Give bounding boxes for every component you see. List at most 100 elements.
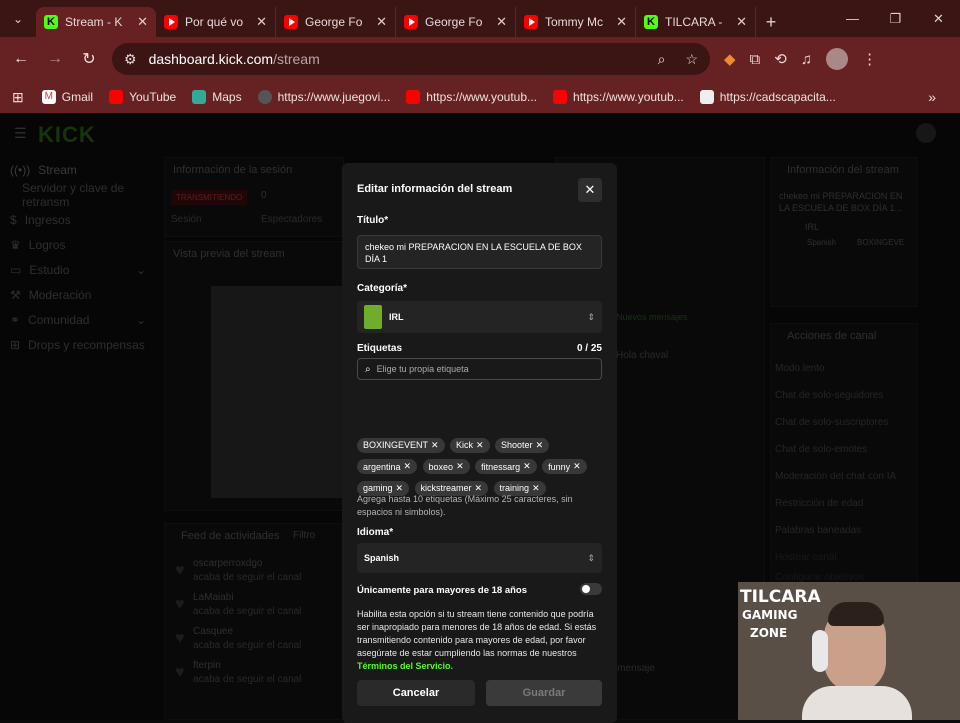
bookmark-youtube-2[interactable]: https://www.youtub... bbox=[406, 90, 537, 104]
bookmark-gmail[interactable]: M Gmail bbox=[41, 90, 94, 104]
apps-grid-icon[interactable]: ⊞ bbox=[12, 89, 24, 106]
bookmark-maps[interactable]: Maps bbox=[192, 90, 242, 104]
youtube-favicon-icon bbox=[284, 15, 298, 29]
tag-label: boxeo bbox=[428, 461, 454, 472]
streamer-hair bbox=[828, 602, 884, 626]
close-icon[interactable]: ✕ bbox=[496, 14, 507, 30]
tab-title: Tommy Mc bbox=[545, 15, 603, 29]
metamask-icon[interactable]: ◆ bbox=[724, 50, 736, 68]
profile-avatar[interactable] bbox=[826, 48, 849, 70]
zoom-icon[interactable]: ⌕ bbox=[658, 51, 666, 68]
tag-label: Kick bbox=[456, 440, 474, 450]
media-control-icon[interactable]: ♫ bbox=[801, 51, 812, 68]
bookmark-label: YouTube bbox=[129, 90, 177, 104]
save-button[interactable]: Guardar bbox=[486, 680, 602, 706]
site-info-icon[interactable]: ⚙ bbox=[124, 51, 137, 68]
adult-label: Únicamente para mayores de 18 años bbox=[357, 585, 528, 596]
url-path: /stream bbox=[273, 51, 320, 67]
browser-tab-strip: ⌄ K Stream - K ✕ Por qué vo ✕ George Fo ✕ Ge… bbox=[0, 0, 960, 37]
tag-chip[interactable]: boxeo ✕ bbox=[422, 459, 470, 474]
tab-youtube-2[interactable]: George Fo ✕ bbox=[276, 7, 396, 37]
close-icon[interactable]: ✕ bbox=[376, 14, 387, 30]
bookmark-youtube[interactable]: YouTube bbox=[109, 90, 176, 104]
select-arrows-icon: ⇕ bbox=[587, 311, 595, 322]
adult-help: Habilita esta opción si tu stream tiene … bbox=[357, 608, 602, 673]
tab-search-icon[interactable]: ⌄ bbox=[0, 0, 36, 37]
remove-tag-icon[interactable]: ✕ bbox=[523, 461, 531, 472]
tag-chip[interactable]: argentina ✕ bbox=[357, 459, 418, 474]
bookmark-label: https://www.youtub... bbox=[573, 90, 684, 104]
more-bookmarks-icon[interactable]: » bbox=[928, 89, 936, 105]
site-icon bbox=[699, 90, 714, 104]
back-icon[interactable]: ← bbox=[4, 50, 38, 68]
tag-chip[interactable]: funny ✕ bbox=[542, 459, 587, 474]
youtube-icon bbox=[553, 90, 568, 104]
tags-count: 0 / 25 bbox=[576, 343, 602, 354]
remove-tag-icon[interactable]: ✕ bbox=[404, 461, 412, 472]
sign-line: GAMING bbox=[742, 608, 798, 622]
minimize-icon[interactable]: — bbox=[831, 0, 874, 37]
bookmark-label: https://cadscapacita... bbox=[719, 90, 836, 104]
remove-tag-icon[interactable]: ✕ bbox=[536, 440, 544, 451]
tag-label: funny bbox=[548, 461, 571, 472]
tag-chip[interactable]: Kick ✕ bbox=[450, 437, 490, 453]
history-icon[interactable]: ⟲ bbox=[774, 50, 787, 68]
close-icon[interactable]: ✕ bbox=[578, 178, 602, 202]
streamer-body bbox=[802, 686, 912, 720]
menu-icon[interactable]: ⋮ bbox=[862, 50, 877, 68]
tab-title: George Fo bbox=[425, 15, 483, 29]
tab-youtube-4[interactable]: Tommy Mc ✕ bbox=[516, 7, 636, 37]
remove-tag-icon[interactable]: ✕ bbox=[476, 440, 484, 451]
search-icon: ⌕ bbox=[365, 363, 371, 375]
tab-youtube-3[interactable]: George Fo ✕ bbox=[396, 7, 516, 37]
browser-toolbar: ← → ↻ ⚙ dashboard.kick.com/stream ⌕ ☆ ◆ ⧉… bbox=[0, 37, 960, 81]
category-select[interactable]: IRL ⇕ bbox=[357, 301, 602, 333]
remove-tag-icon[interactable]: ✕ bbox=[431, 440, 439, 451]
tag-chip[interactable]: Shooter ✕ bbox=[495, 437, 550, 453]
close-icon[interactable]: ✕ bbox=[256, 14, 267, 30]
title-input[interactable]: chekeo mi PREPARACION EN LA ESCUELA DE B… bbox=[357, 235, 602, 269]
language-label: Idioma* bbox=[357, 527, 394, 538]
edit-stream-modal: Editar información del stream ✕ Título* … bbox=[342, 163, 617, 723]
title-label: Título* bbox=[357, 215, 389, 226]
tab-youtube-1[interactable]: Por qué vo ✕ bbox=[156, 7, 276, 37]
remove-tag-icon[interactable]: ✕ bbox=[475, 483, 483, 494]
extensions-icon[interactable]: ⧉ bbox=[750, 51, 761, 68]
sign-line: ZONE bbox=[750, 626, 788, 640]
adult-toggle[interactable] bbox=[580, 583, 602, 595]
new-tab-button[interactable]: + bbox=[756, 7, 786, 37]
terms-link[interactable]: Términos del Servicio. bbox=[357, 661, 453, 671]
bookmarks-bar: ⊞ M Gmail YouTube Maps https://www.juegov… bbox=[0, 81, 960, 113]
bookmark-cadscapacita[interactable]: https://cadscapacita... bbox=[699, 90, 836, 104]
window-close-icon[interactable]: ✕ bbox=[917, 0, 960, 37]
bookmark-label: Gmail bbox=[61, 90, 94, 104]
modal-title: Editar información del stream bbox=[357, 183, 513, 195]
youtube-icon bbox=[406, 90, 421, 104]
address-bar[interactable]: ⚙ dashboard.kick.com/stream ⌕ ☆ bbox=[112, 43, 710, 75]
forward-icon[interactable]: → bbox=[38, 50, 72, 68]
remove-tag-icon[interactable]: ✕ bbox=[456, 461, 464, 472]
tab-stream[interactable]: K Stream - K ✕ bbox=[36, 7, 156, 37]
close-icon[interactable]: ✕ bbox=[137, 14, 148, 30]
remove-tag-icon[interactable]: ✕ bbox=[573, 461, 581, 472]
language-select[interactable]: Spanish ⇕ bbox=[357, 543, 602, 573]
remove-tag-icon[interactable]: ✕ bbox=[532, 483, 540, 494]
restore-icon[interactable]: ❐ bbox=[874, 0, 917, 37]
toolbar-actions: ◆ ⧉ ⟲ ♫ ⋮ bbox=[724, 37, 877, 81]
kick-favicon-icon: K bbox=[44, 15, 58, 29]
tag-chip[interactable]: fitnessarg ✕ bbox=[475, 459, 537, 474]
tab-kick-tilcara[interactable]: K TILCARA - ✕ bbox=[636, 7, 756, 37]
bookmark-youtube-3[interactable]: https://www.youtub... bbox=[553, 90, 684, 104]
youtube-favicon-icon bbox=[404, 15, 418, 29]
tab-title: Stream - K bbox=[65, 15, 123, 29]
reload-icon[interactable]: ↻ bbox=[72, 49, 106, 69]
bookmark-juegovi[interactable]: https://www.juegovi... bbox=[257, 90, 390, 104]
tag-chip[interactable]: BOXINGEVENT ✕ bbox=[357, 437, 445, 453]
category-label: Categoría* bbox=[357, 283, 408, 294]
tags-input[interactable]: ⌕ Elige tu propia etiqueta bbox=[357, 358, 602, 380]
cancel-button[interactable]: Cancelar bbox=[357, 680, 475, 706]
remove-tag-icon[interactable]: ✕ bbox=[396, 483, 404, 494]
bookmark-star-icon[interactable]: ☆ bbox=[685, 51, 698, 68]
close-icon[interactable]: ✕ bbox=[616, 14, 627, 30]
close-icon[interactable]: ✕ bbox=[736, 14, 747, 30]
